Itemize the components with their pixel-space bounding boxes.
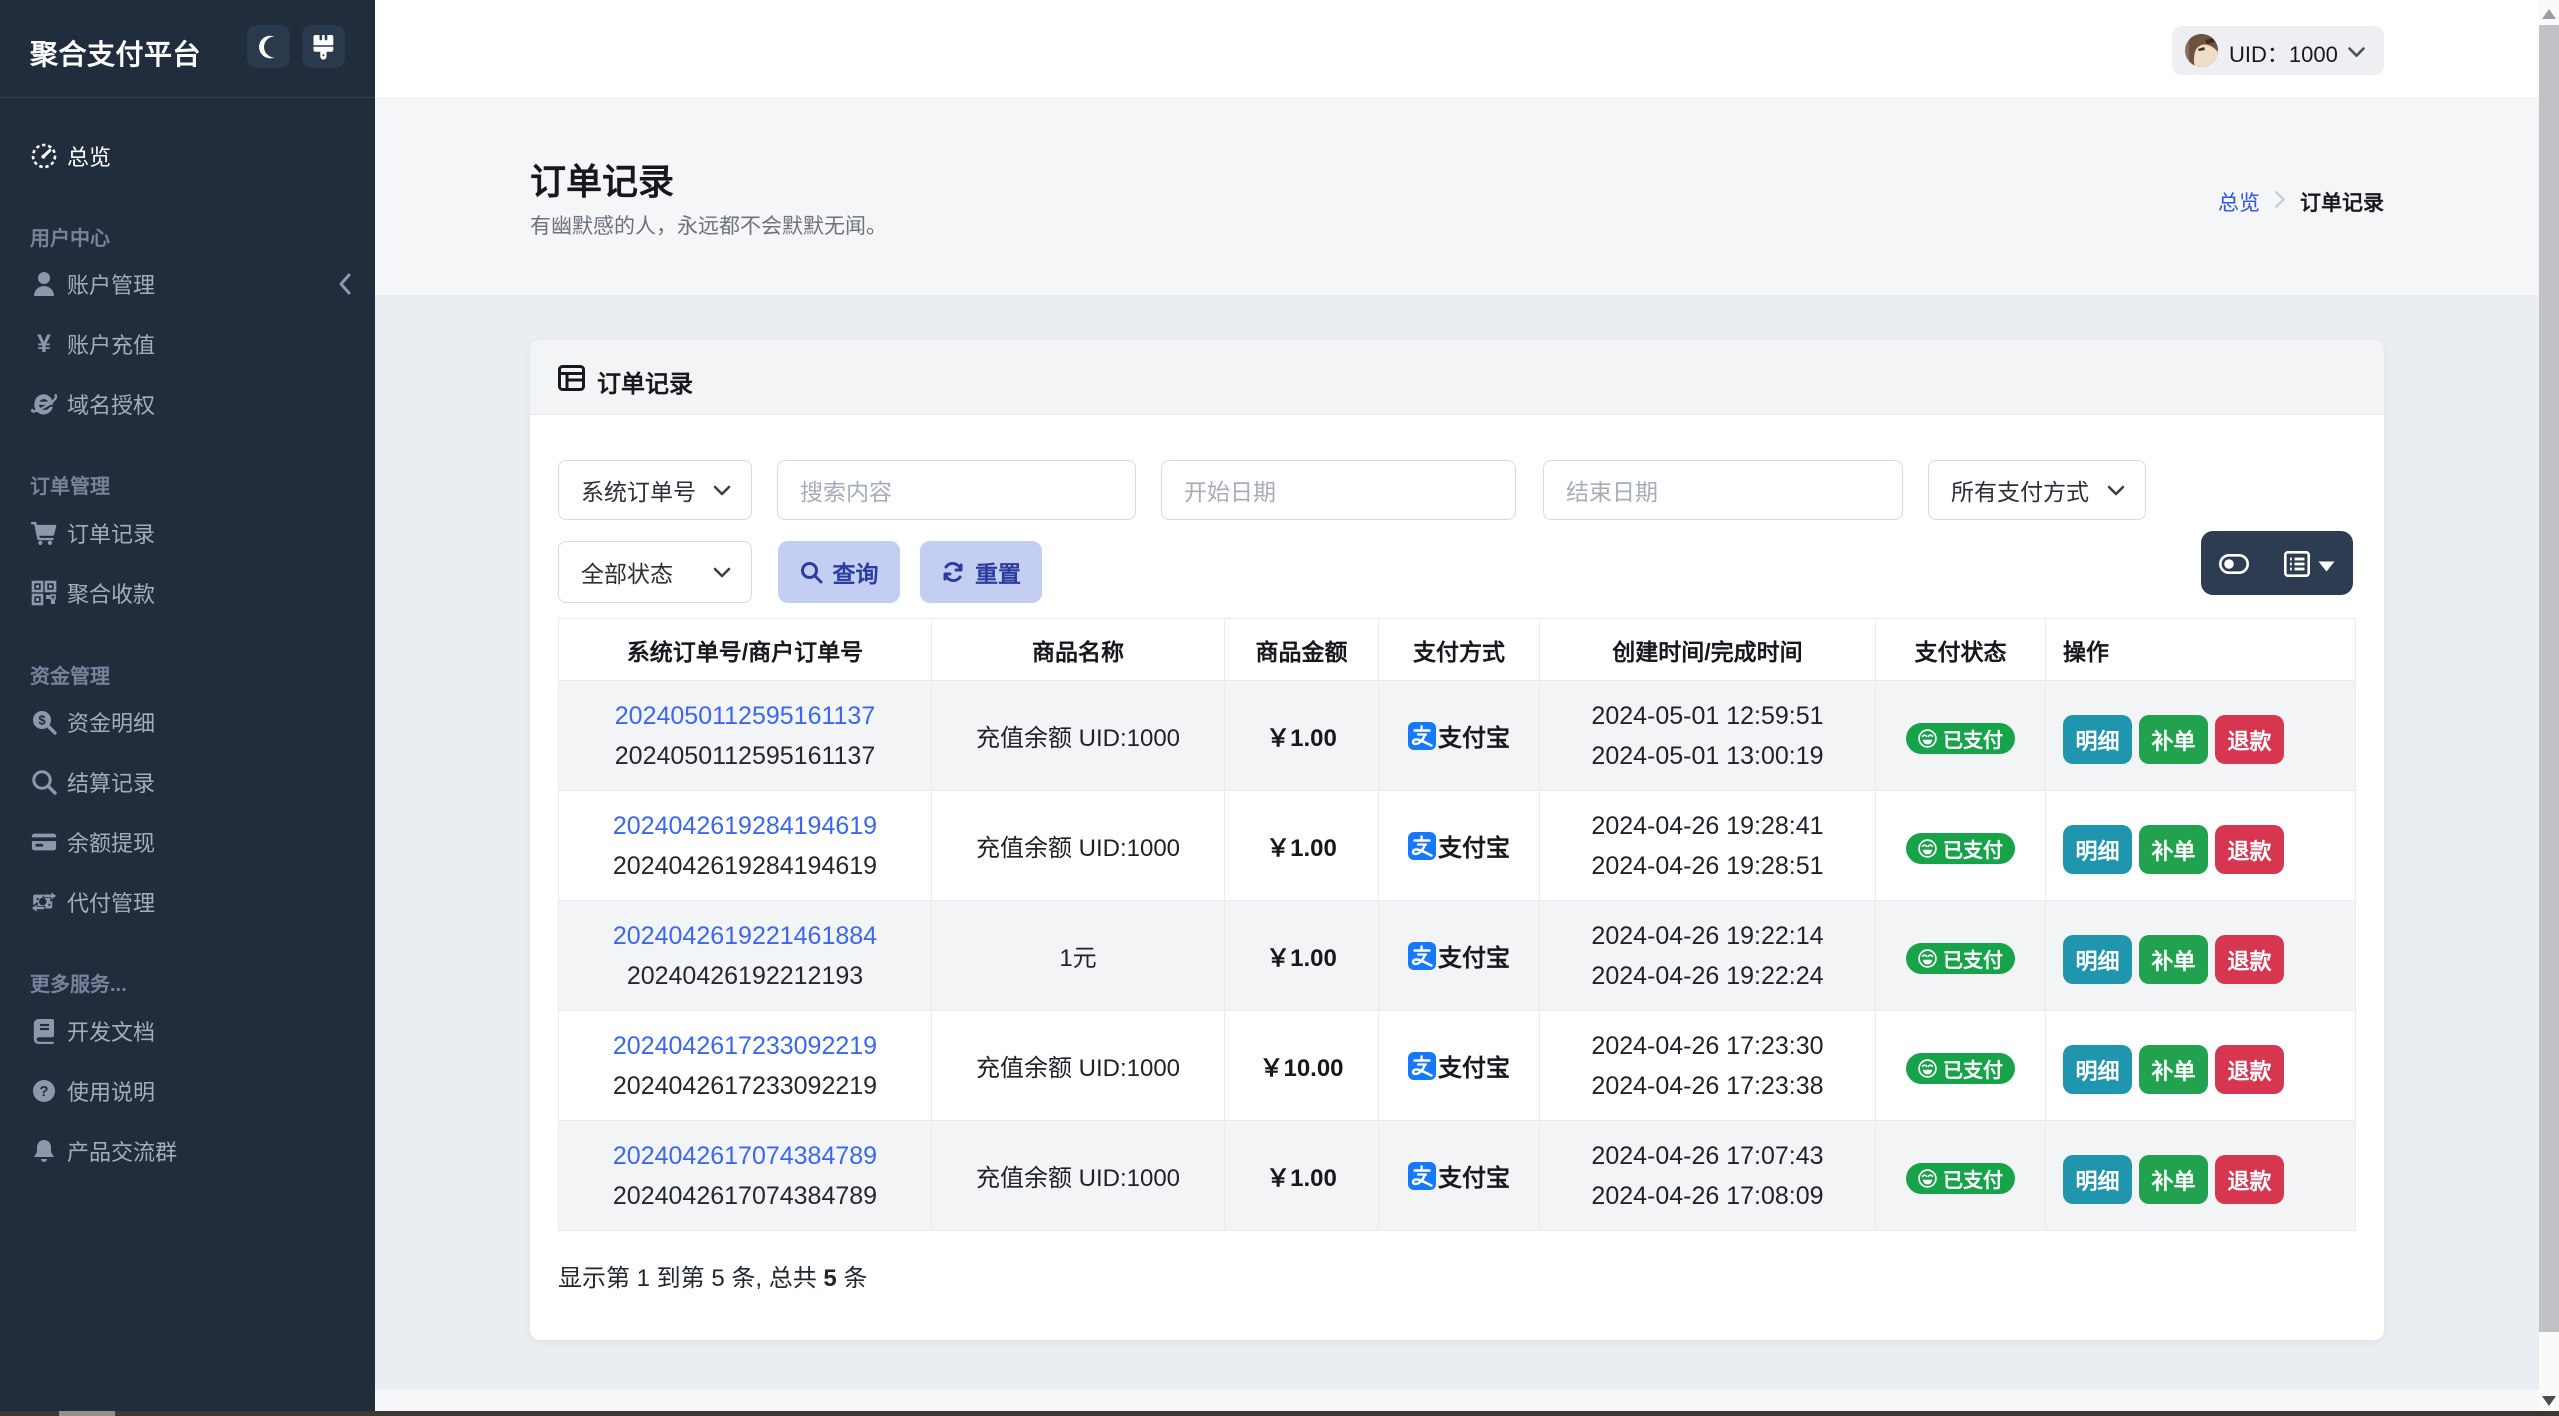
svg-text:?: ? [39, 1083, 48, 1100]
svg-text:$: $ [38, 713, 46, 728]
